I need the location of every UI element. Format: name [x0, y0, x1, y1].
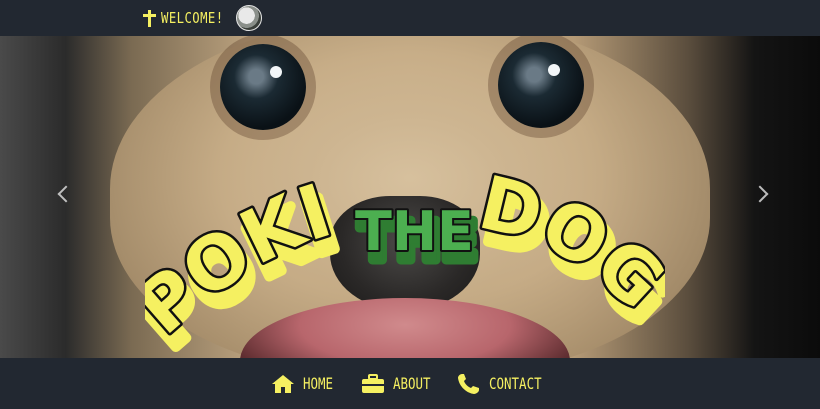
- nav-label-about: ABOUT: [393, 374, 431, 393]
- hero-carousel: POKI DOG POKI DOG THE THE: [0, 36, 820, 358]
- bottom-nav: HOME ABOUT CONTACT: [0, 358, 820, 409]
- nav-label-contact: CONTACT: [489, 374, 542, 393]
- welcome-label: WELCOME!: [161, 9, 224, 27]
- nav-label-home: HOME: [303, 374, 334, 393]
- cross-icon: [143, 9, 156, 27]
- top-bar: WELCOME!: [0, 0, 820, 36]
- carousel-prev-arrow[interactable]: [57, 185, 75, 203]
- nav-item-contact[interactable]: CONTACT: [457, 373, 549, 395]
- logo-word-the: THE: [355, 200, 474, 263]
- briefcase-icon: [362, 373, 384, 393]
- avatar[interactable]: [236, 5, 262, 31]
- dog-left-eye: [220, 44, 306, 130]
- welcome-link[interactable]: WELCOME!: [143, 4, 262, 32]
- nav-item-home[interactable]: HOME: [271, 374, 347, 394]
- dog-right-eye: [498, 42, 584, 128]
- logo-word-dog: DOG: [471, 168, 665, 326]
- poki-the-dog-logo: POKI DOG POKI DOG THE THE: [145, 168, 665, 358]
- phone-icon: [458, 373, 479, 394]
- home-icon: [272, 374, 294, 393]
- nav-item-about[interactable]: ABOUT: [361, 373, 443, 394]
- carousel-next-arrow[interactable]: [751, 185, 769, 203]
